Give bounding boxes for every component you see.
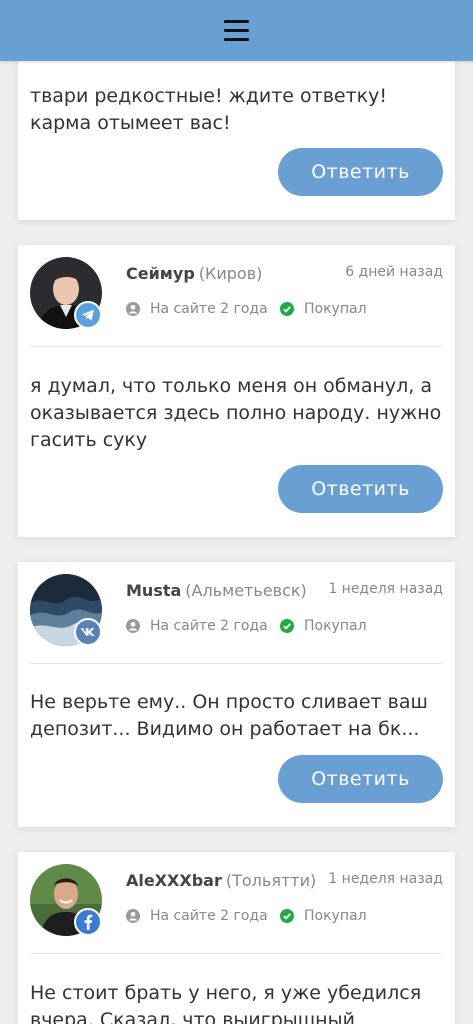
user-icon [126, 909, 140, 923]
avatar[interactable] [30, 257, 102, 329]
check-circle-icon [280, 302, 294, 316]
reviewer-name: Сеймур (Киров) [126, 264, 263, 283]
hamburger-icon[interactable] [224, 20, 249, 41]
review-date: 1 неделя назад [328, 871, 443, 887]
reply-button[interactable]: Ответить [278, 755, 443, 803]
facebook-icon [74, 908, 102, 936]
site-age: На сайте 2 года [126, 618, 268, 634]
review-card: Musta (Альметьевск) 1 неделя назад На сай… [18, 562, 455, 827]
site-age: На сайте 2 года [126, 908, 268, 924]
reply-button[interactable]: Ответить [278, 465, 443, 513]
reply-button[interactable]: Ответить [278, 148, 443, 196]
user-icon [126, 619, 140, 633]
reviewer-name: AleXXXbar (Тольятти) [126, 871, 317, 890]
review-text: Не верьте ему.. Он просто сливает ваш де… [30, 691, 428, 740]
review-card: AleXXXbar (Тольятти) 1 неделя назад На са… [18, 852, 455, 1024]
reviewer-name: Musta (Альметьевск) [126, 581, 307, 600]
avatar[interactable] [30, 574, 102, 646]
site-age: На сайте 2 года [126, 301, 268, 317]
review-card: Сеймур (Киров) 6 дней назад На сайте 2 го… [18, 245, 455, 537]
top-bar [0, 0, 473, 61]
telegram-icon [74, 301, 102, 329]
review-text: я думал, что только меня он обманул, а о… [30, 375, 442, 451]
review-card: твари редкостные! ждите ответку! карма о… [18, 40, 455, 220]
purchase-status: Покупал [280, 908, 367, 924]
review-date: 6 дней назад [345, 264, 443, 280]
divider [30, 953, 442, 954]
review-text: Не стоит брать у него, я уже убедился вч… [30, 982, 422, 1024]
vk-icon [74, 618, 102, 646]
divider [30, 346, 442, 347]
purchase-status: Покупал [280, 301, 367, 317]
review-text: твари редкостные! ждите ответку! карма о… [30, 85, 388, 134]
user-icon [126, 302, 140, 316]
purchase-status: Покупал [280, 618, 367, 634]
divider [30, 663, 442, 664]
avatar[interactable] [30, 864, 102, 936]
check-circle-icon [280, 619, 294, 633]
review-date: 1 неделя назад [328, 581, 443, 597]
check-circle-icon [280, 909, 294, 923]
